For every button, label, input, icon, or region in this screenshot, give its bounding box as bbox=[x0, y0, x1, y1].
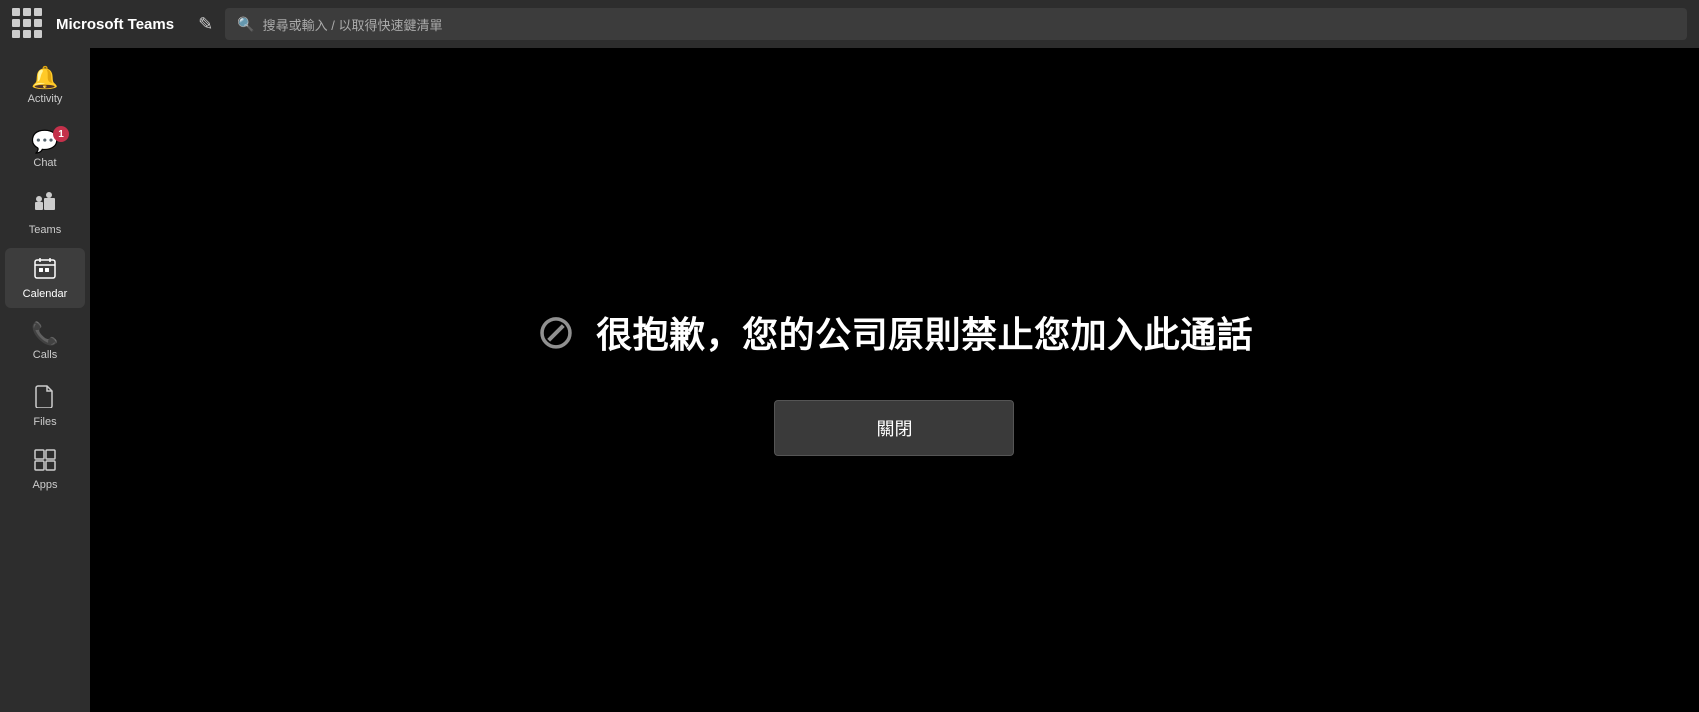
activity-icon: 🔔 bbox=[31, 67, 58, 89]
chat-badge: 1 bbox=[53, 126, 69, 142]
app-title: Microsoft Teams bbox=[56, 16, 174, 33]
top-bar: Microsoft Teams ✎ 🔍 搜尋或輸入 / 以取得快速鍵清單 bbox=[0, 0, 1699, 48]
sidebar-item-teams[interactable]: Teams bbox=[5, 184, 85, 244]
sidebar-item-apps-label: Apps bbox=[32, 479, 57, 491]
sidebar-item-calls-label: Calls bbox=[33, 349, 57, 361]
teams-icon bbox=[33, 192, 57, 220]
sidebar-item-files[interactable]: Files bbox=[5, 376, 85, 436]
error-text: 很抱歉，您的公司原則禁止您加入此通話 bbox=[596, 306, 1253, 358]
main-layout: 🔔 Activity 💬 Chat 1 Teams bbox=[0, 48, 1699, 712]
sidebar-item-chat-label: Chat bbox=[33, 157, 56, 169]
calendar-icon bbox=[33, 256, 57, 284]
sidebar: 🔔 Activity 💬 Chat 1 Teams bbox=[0, 48, 90, 712]
sidebar-item-chat[interactable]: 💬 Chat 1 bbox=[5, 120, 85, 180]
sidebar-item-calls[interactable]: 📞 Calls bbox=[5, 312, 85, 372]
close-button[interactable]: 關閉 bbox=[774, 400, 1014, 456]
sidebar-item-activity-label: Activity bbox=[28, 93, 63, 105]
app-grid-icon[interactable] bbox=[12, 8, 44, 40]
apps-icon bbox=[34, 449, 56, 475]
files-icon bbox=[34, 384, 56, 412]
sidebar-item-calendar[interactable]: Calendar bbox=[5, 248, 85, 308]
sidebar-item-calendar-label: Calendar bbox=[23, 288, 68, 300]
search-icon: 🔍 bbox=[237, 16, 254, 33]
error-container: ⊘ 很抱歉，您的公司原則禁止您加入此通話 關閉 bbox=[536, 304, 1253, 456]
calls-icon: 📞 bbox=[31, 323, 58, 345]
compose-icon[interactable]: ✎ bbox=[198, 14, 213, 35]
content-area: ⊘ 很抱歉，您的公司原則禁止您加入此通話 關閉 bbox=[90, 48, 1699, 712]
error-message: ⊘ 很抱歉，您的公司原則禁止您加入此通話 bbox=[536, 304, 1253, 360]
sidebar-item-files-label: Files bbox=[33, 416, 56, 428]
sidebar-item-teams-label: Teams bbox=[29, 224, 61, 236]
sidebar-item-activity[interactable]: 🔔 Activity bbox=[5, 56, 85, 116]
search-placeholder-text: 搜尋或輸入 / 以取得快速鍵清單 bbox=[263, 15, 443, 34]
search-bar[interactable]: 🔍 搜尋或輸入 / 以取得快速鍵清單 bbox=[225, 8, 1687, 40]
ban-icon: ⊘ bbox=[536, 304, 576, 360]
sidebar-item-apps[interactable]: Apps bbox=[5, 440, 85, 500]
